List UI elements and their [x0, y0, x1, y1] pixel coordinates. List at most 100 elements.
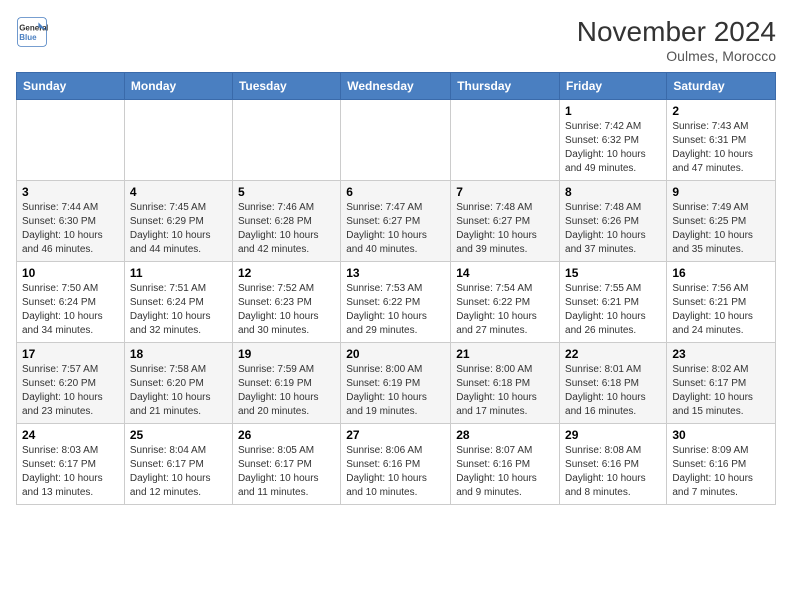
day-info: Sunrise: 7:57 AM Sunset: 6:20 PM Dayligh… [22, 363, 119, 419]
svg-text:Blue: Blue [19, 33, 37, 42]
day-cell: 3 Sunrise: 7:44 AM Sunset: 6:30 PM Daylig… [17, 181, 125, 262]
day-number: 26 [238, 428, 335, 442]
day-info: Sunrise: 8:00 AM Sunset: 6:19 PM Dayligh… [346, 363, 445, 419]
day-info: Sunrise: 7:48 AM Sunset: 6:26 PM Dayligh… [565, 201, 661, 257]
day-cell: 17 Sunrise: 7:57 AM Sunset: 6:20 PM Dayli… [17, 343, 125, 424]
day-number: 17 [22, 347, 119, 361]
day-cell: 29Sunrise: 8:08 AM Sunset: 6:16 PM Dayli… [560, 424, 667, 505]
day-cell: 11 Sunrise: 7:51 AM Sunset: 6:24 PM Dayli… [124, 262, 232, 343]
day-number: 10 [22, 266, 119, 280]
day-number: 25 [130, 428, 227, 442]
day-number: 11 [130, 266, 227, 280]
header-cell-wednesday: Wednesday [341, 73, 451, 100]
day-info: Sunrise: 7:52 AM Sunset: 6:23 PM Dayligh… [238, 282, 335, 338]
calendar-header: SundayMondayTuesdayWednesdayThursdayFrid… [17, 73, 776, 100]
day-number: 18 [130, 347, 227, 361]
day-cell: 22 Sunrise: 8:01 AM Sunset: 6:18 PM Dayli… [560, 343, 667, 424]
day-info: Sunrise: 7:49 AM Sunset: 6:25 PM Dayligh… [672, 201, 770, 257]
day-cell: 19 Sunrise: 7:59 AM Sunset: 6:19 PM Dayli… [232, 343, 340, 424]
day-number: 2 [672, 104, 770, 118]
day-cell [232, 100, 340, 181]
day-cell: 21 Sunrise: 8:00 AM Sunset: 6:18 PM Dayli… [451, 343, 560, 424]
day-info: Sunrise: 7:59 AM Sunset: 6:19 PM Dayligh… [238, 363, 335, 419]
header-cell-sunday: Sunday [17, 73, 125, 100]
day-number: 19 [238, 347, 335, 361]
logo: General Blue [16, 16, 52, 48]
week-row-1: 3 Sunrise: 7:44 AM Sunset: 6:30 PM Daylig… [17, 181, 776, 262]
day-number: 28 [456, 428, 554, 442]
day-info: Sunrise: 7:50 AM Sunset: 6:24 PM Dayligh… [22, 282, 119, 338]
day-number: 7 [456, 185, 554, 199]
day-info: Sunrise: 7:56 AM Sunset: 6:21 PM Dayligh… [672, 282, 770, 338]
day-cell: 2 Sunrise: 7:43 AM Sunset: 6:31 PM Daylig… [667, 100, 776, 181]
day-cell: 8 Sunrise: 7:48 AM Sunset: 6:26 PM Daylig… [560, 181, 667, 262]
day-cell: 12 Sunrise: 7:52 AM Sunset: 6:23 PM Dayli… [232, 262, 340, 343]
day-number: 15 [565, 266, 661, 280]
day-cell [17, 100, 125, 181]
day-number: 8 [565, 185, 661, 199]
day-info: Sunrise: 7:44 AM Sunset: 6:30 PM Dayligh… [22, 201, 119, 257]
day-info: Sunrise: 8:01 AM Sunset: 6:18 PM Dayligh… [565, 363, 661, 419]
day-number: 13 [346, 266, 445, 280]
page-header: General Blue November 2024 Oulmes, Moroc… [16, 16, 776, 64]
day-info: Sunrise: 8:02 AM Sunset: 6:17 PM Dayligh… [672, 363, 770, 419]
day-cell: 24Sunrise: 8:03 AM Sunset: 6:17 PM Dayli… [17, 424, 125, 505]
day-info: Sunrise: 7:51 AM Sunset: 6:24 PM Dayligh… [130, 282, 227, 338]
day-number: 30 [672, 428, 770, 442]
day-cell: 18 Sunrise: 7:58 AM Sunset: 6:20 PM Dayli… [124, 343, 232, 424]
day-number: 5 [238, 185, 335, 199]
day-cell: 27Sunrise: 8:06 AM Sunset: 6:16 PM Dayli… [341, 424, 451, 505]
day-info: Sunrise: 7:46 AM Sunset: 6:28 PM Dayligh… [238, 201, 335, 257]
day-info: Sunrise: 7:48 AM Sunset: 6:27 PM Dayligh… [456, 201, 554, 257]
day-cell: 23 Sunrise: 8:02 AM Sunset: 6:17 PM Dayli… [667, 343, 776, 424]
day-number: 9 [672, 185, 770, 199]
day-info: Sunrise: 8:07 AM Sunset: 6:16 PM Dayligh… [456, 444, 554, 500]
day-number: 22 [565, 347, 661, 361]
day-info: Sunrise: 8:04 AM Sunset: 6:17 PM Dayligh… [130, 444, 227, 500]
day-info: Sunrise: 7:43 AM Sunset: 6:31 PM Dayligh… [672, 120, 770, 176]
day-cell: 1 Sunrise: 7:42 AM Sunset: 6:32 PM Daylig… [560, 100, 667, 181]
week-row-0: 1 Sunrise: 7:42 AM Sunset: 6:32 PM Daylig… [17, 100, 776, 181]
day-info: Sunrise: 7:53 AM Sunset: 6:22 PM Dayligh… [346, 282, 445, 338]
day-cell: 4Sunrise: 7:45 AM Sunset: 6:29 PM Daylig… [124, 181, 232, 262]
day-cell: 10 Sunrise: 7:50 AM Sunset: 6:24 PM Dayli… [17, 262, 125, 343]
header-row: SundayMondayTuesdayWednesdayThursdayFrid… [17, 73, 776, 100]
day-number: 21 [456, 347, 554, 361]
day-number: 23 [672, 347, 770, 361]
day-cell: 6 Sunrise: 7:47 AM Sunset: 6:27 PM Daylig… [341, 181, 451, 262]
header-cell-thursday: Thursday [451, 73, 560, 100]
day-cell: 5 Sunrise: 7:46 AM Sunset: 6:28 PM Daylig… [232, 181, 340, 262]
header-cell-monday: Monday [124, 73, 232, 100]
day-number: 6 [346, 185, 445, 199]
day-cell [341, 100, 451, 181]
day-info: Sunrise: 7:55 AM Sunset: 6:21 PM Dayligh… [565, 282, 661, 338]
day-cell: 16Sunrise: 7:56 AM Sunset: 6:21 PM Dayli… [667, 262, 776, 343]
header-cell-saturday: Saturday [667, 73, 776, 100]
day-info: Sunrise: 8:00 AM Sunset: 6:18 PM Dayligh… [456, 363, 554, 419]
day-cell: 15 Sunrise: 7:55 AM Sunset: 6:21 PM Dayli… [560, 262, 667, 343]
day-number: 3 [22, 185, 119, 199]
day-number: 12 [238, 266, 335, 280]
day-cell [124, 100, 232, 181]
week-row-2: 10 Sunrise: 7:50 AM Sunset: 6:24 PM Dayli… [17, 262, 776, 343]
day-info: Sunrise: 7:58 AM Sunset: 6:20 PM Dayligh… [130, 363, 227, 419]
day-cell: 28 Sunrise: 8:07 AM Sunset: 6:16 PM Dayli… [451, 424, 560, 505]
day-cell: 9 Sunrise: 7:49 AM Sunset: 6:25 PM Daylig… [667, 181, 776, 262]
day-info: Sunrise: 7:47 AM Sunset: 6:27 PM Dayligh… [346, 201, 445, 257]
day-cell: 26Sunrise: 8:05 AM Sunset: 6:17 PM Dayli… [232, 424, 340, 505]
header-cell-tuesday: Tuesday [232, 73, 340, 100]
day-number: 1 [565, 104, 661, 118]
logo-icon: General Blue [16, 16, 48, 48]
week-row-3: 17 Sunrise: 7:57 AM Sunset: 6:20 PM Dayli… [17, 343, 776, 424]
day-number: 27 [346, 428, 445, 442]
day-info: Sunrise: 8:08 AM Sunset: 6:16 PM Dayligh… [565, 444, 661, 500]
day-cell: 20Sunrise: 8:00 AM Sunset: 6:19 PM Dayli… [341, 343, 451, 424]
day-info: Sunrise: 7:42 AM Sunset: 6:32 PM Dayligh… [565, 120, 661, 176]
calendar-table: SundayMondayTuesdayWednesdayThursdayFrid… [16, 72, 776, 505]
day-number: 14 [456, 266, 554, 280]
location: Oulmes, Morocco [577, 48, 776, 64]
day-info: Sunrise: 8:09 AM Sunset: 6:16 PM Dayligh… [672, 444, 770, 500]
calendar-body: 1 Sunrise: 7:42 AM Sunset: 6:32 PM Daylig… [17, 100, 776, 505]
day-cell: 14Sunrise: 7:54 AM Sunset: 6:22 PM Dayli… [451, 262, 560, 343]
header-cell-friday: Friday [560, 73, 667, 100]
